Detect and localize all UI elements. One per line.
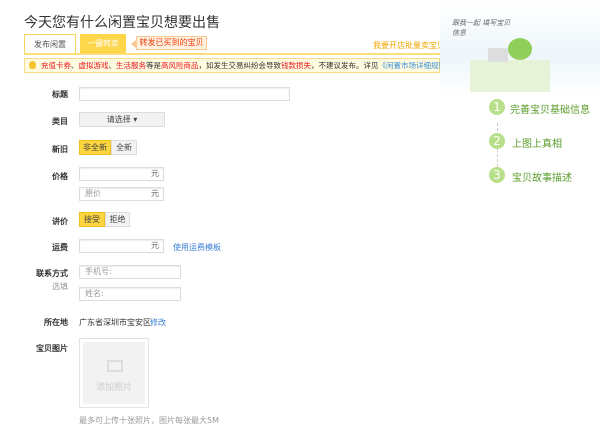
- location-label: 所在地: [44, 318, 68, 327]
- laptop-icon: [488, 48, 508, 62]
- page-title: 今天您有什么闲置宝贝想要出售: [24, 15, 220, 31]
- tab-resell[interactable]: 一键转卖: [80, 34, 126, 53]
- category-select[interactable]: 请选择 ▾: [79, 112, 165, 127]
- notice-text: 、: [108, 61, 117, 70]
- shipping-input[interactable]: 元: [79, 239, 164, 253]
- step-label: 完善宝贝基础信息: [510, 105, 590, 116]
- add-photo-button[interactable]: 添加照片: [79, 338, 149, 408]
- caret-down-icon: ▾: [133, 115, 138, 124]
- location-edit-link[interactable]: 修改: [150, 317, 166, 328]
- contact-label: 联系方式: [36, 269, 68, 278]
- phone-input[interactable]: 手机号:: [79, 265, 181, 279]
- step-number: 2: [489, 133, 505, 149]
- resell-callout: 转发已买到的宝贝: [131, 36, 207, 50]
- notice-text: 等是: [146, 61, 161, 70]
- bargain-accept-button[interactable]: 接受: [79, 212, 105, 227]
- notice-text: 充值卡券: [41, 61, 71, 70]
- placeholder: 原价: [85, 189, 101, 198]
- condition-new-button[interactable]: 全新: [111, 140, 137, 155]
- open-shop-link[interactable]: 我要开店批量卖宝贝: [373, 40, 445, 51]
- notice-text: 生活服务: [116, 61, 146, 70]
- price-input[interactable]: 元: [79, 167, 164, 181]
- unit: 元: [151, 189, 159, 198]
- unit: 元: [151, 169, 159, 178]
- original-price-input[interactable]: 原价 元: [79, 187, 164, 201]
- step-number: 3: [489, 167, 505, 183]
- step-label: 宝贝故事描述: [512, 173, 572, 184]
- price-label: 价格: [52, 172, 68, 181]
- location-value: 广东省深圳市宝安区: [79, 318, 151, 327]
- notice-text: ，如发生交易纠纷会导致: [198, 61, 282, 70]
- bargain-reject-button[interactable]: 拒绝: [105, 212, 130, 227]
- condition-used-button[interactable]: 非全新: [79, 140, 111, 155]
- notice-text: 高风险商品: [161, 61, 199, 70]
- divider: [24, 53, 440, 55]
- category-value: 请选择: [106, 115, 131, 124]
- category-label: 类目: [52, 117, 68, 126]
- shipping-template-link[interactable]: 使用运费模板: [173, 242, 221, 253]
- notice-text: 、: [71, 61, 79, 70]
- mascot-icon: [508, 38, 532, 60]
- desk: [470, 60, 550, 92]
- image-icon: [107, 360, 123, 372]
- title-label: 标题: [52, 90, 68, 99]
- step-label: 上图上真相: [512, 139, 562, 150]
- placeholder: 手机号:: [85, 267, 112, 276]
- photo-label: 宝贝图片: [36, 344, 68, 353]
- notice-text: 钱款损失: [281, 61, 311, 70]
- add-photo-label: 添加照片: [95, 383, 132, 393]
- tab-publish[interactable]: 发布闲置: [24, 34, 76, 54]
- notice-text: 虚拟游戏: [78, 61, 109, 70]
- handwriting-text: 跟我一起 填写宝贝信息: [452, 19, 511, 37]
- risk-notice: 充值卡券、虚拟游戏、生活服务等是高风险商品，如发生交易纠纷会导致钱款损失，不建议…: [24, 58, 457, 73]
- optional-hint: 选填: [52, 282, 68, 291]
- placeholder: 姓名:: [85, 289, 104, 298]
- step-number: 1: [489, 99, 505, 115]
- title-input[interactable]: [79, 87, 290, 101]
- bargain-label: 讲价: [52, 217, 68, 226]
- photo-note: 最多可上传十张照片，图片每张最大5M: [79, 416, 219, 425]
- unit: 元: [151, 241, 159, 250]
- notice-text: ，不建议发布。详见: [311, 61, 379, 70]
- name-input[interactable]: 姓名:: [79, 287, 181, 301]
- shipping-label: 运费: [52, 243, 68, 252]
- condition-label: 新旧: [52, 145, 68, 154]
- lightbulb-icon: [29, 61, 36, 69]
- mascot-illustration: 跟我一起 填写宝贝信息: [440, 0, 600, 95]
